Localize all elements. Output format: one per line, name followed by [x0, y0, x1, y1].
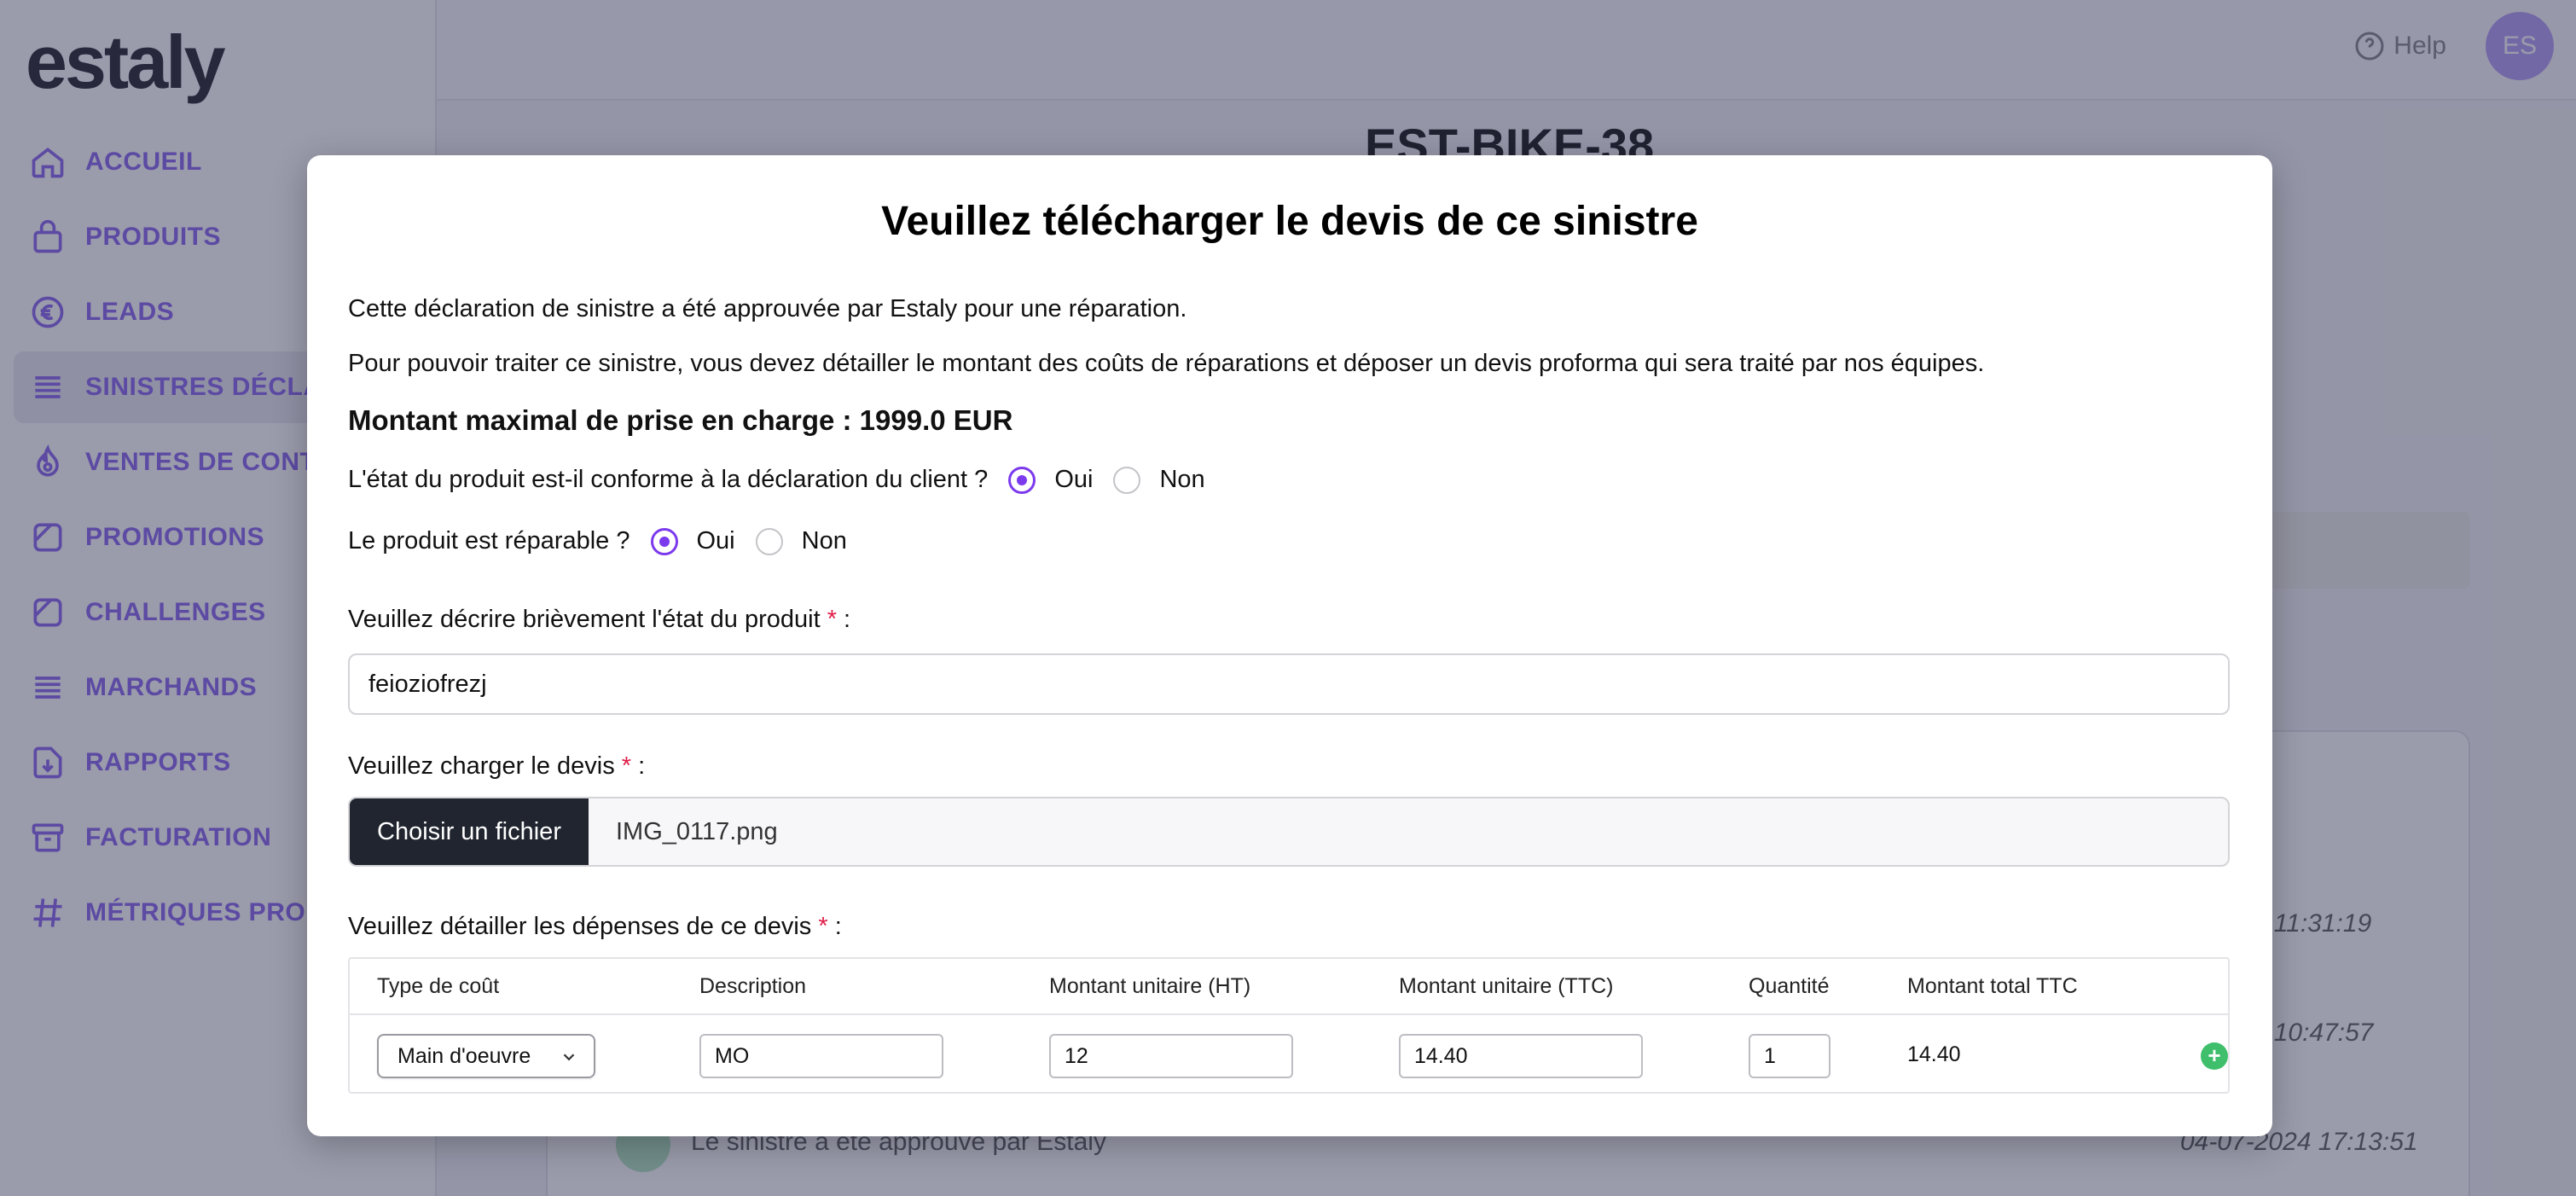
- repairable-yes-radio[interactable]: [650, 527, 678, 555]
- approval-text: Cette déclaration de sinistre a été appr…: [348, 295, 1187, 322]
- selected-file-name: IMG_0117.png: [615, 817, 778, 845]
- quote-file-input[interactable]: Choisir un fichier IMG_0117.png: [348, 797, 2230, 867]
- costs-label-text: Veuillez détailler les dépenses de ce de…: [348, 913, 812, 940]
- choose-file-button[interactable]: Choisir un fichier: [350, 798, 589, 865]
- costs-table: Type de coût Description Montant unitair…: [348, 957, 2230, 1094]
- colon: :: [638, 752, 646, 780]
- describe-label-text: Veuillez décrire brièvement l'état du pr…: [348, 606, 821, 633]
- repairable-question-label: Le produit est réparable ?: [348, 527, 630, 554]
- column-header-quantity: Quantité: [1749, 974, 1830, 998]
- max-amount-text: Montant maximal de prise en charge : 199…: [348, 404, 1013, 436]
- repairable-no-radio[interactable]: [755, 527, 783, 555]
- required-mark: *: [818, 913, 828, 940]
- conform-yes-label[interactable]: Oui: [1054, 466, 1093, 494]
- add-row-button[interactable]: +: [2201, 1042, 2228, 1070]
- conform-no-radio[interactable]: [1113, 466, 1141, 494]
- total-ttc-value: 14.40: [1907, 1042, 1961, 1066]
- upload-label: Veuillez charger le devis * :: [348, 752, 645, 781]
- conform-question: L'état du produit est-il conforme à la d…: [348, 466, 1205, 494]
- column-header-unit-ht: Montant unitaire (HT): [1049, 974, 1251, 998]
- quantity-input[interactable]: 1: [1749, 1034, 1830, 1078]
- upload-label-text: Veuillez charger le devis: [348, 752, 615, 780]
- colon: :: [844, 606, 851, 633]
- repairable-question: Le produit est réparable ? Oui Non: [348, 527, 847, 555]
- chevron-down-icon: [563, 1054, 575, 1061]
- conform-yes-radio[interactable]: [1008, 466, 1036, 494]
- repairable-yes-label[interactable]: Oui: [697, 527, 735, 555]
- repairable-no-label[interactable]: Non: [802, 527, 847, 555]
- required-mark: *: [621, 752, 632, 780]
- column-header-type: Type de coût: [377, 974, 500, 998]
- describe-label: Veuillez décrire brièvement l'état du pr…: [348, 606, 850, 634]
- description-input[interactable]: MO: [699, 1034, 943, 1078]
- conform-no-label[interactable]: Non: [1159, 466, 1204, 494]
- quote-upload-modal: Veuillez télécharger le devis de ce sini…: [307, 155, 2272, 1136]
- column-header-description: Description: [699, 974, 807, 998]
- unit-ttc-input[interactable]: 14.40: [1399, 1034, 1643, 1078]
- cost-type-value: Main d'oeuvre: [397, 1043, 531, 1068]
- unit-ht-input[interactable]: 12: [1049, 1034, 1293, 1078]
- instructions-text: Pour pouvoir traiter ce sinistre, vous d…: [348, 350, 1985, 377]
- product-state-input[interactable]: feioziofrezj: [348, 653, 2230, 715]
- modal-title: Veuillez télécharger le devis de ce sini…: [881, 199, 1698, 244]
- column-header-unit-ttc: Montant unitaire (TTC): [1399, 974, 1614, 998]
- colon: :: [834, 913, 842, 940]
- cost-type-select[interactable]: Main d'oeuvre: [377, 1034, 595, 1078]
- conform-question-label: L'état du produit est-il conforme à la d…: [348, 466, 989, 493]
- table-header: Type de coût Description Montant unitair…: [350, 959, 2228, 1015]
- required-mark: *: [827, 606, 837, 633]
- column-header-total: Montant total TTC: [1907, 974, 2078, 998]
- costs-label: Veuillez détailler les dépenses de ce de…: [348, 913, 842, 941]
